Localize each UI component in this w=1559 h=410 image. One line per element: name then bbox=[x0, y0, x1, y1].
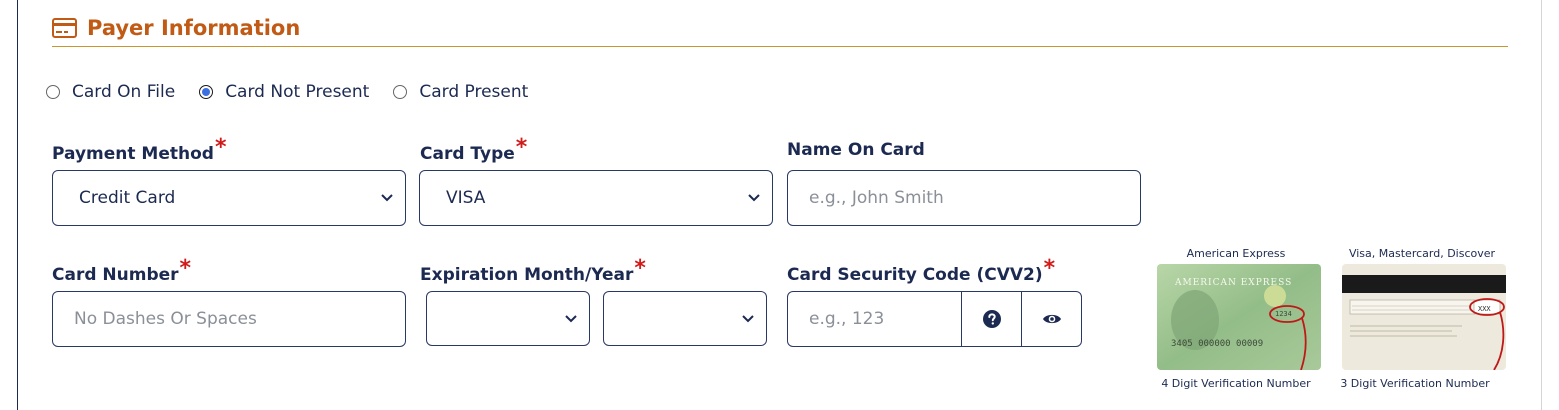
eye-icon bbox=[1042, 314, 1061, 324]
radio-button[interactable] bbox=[46, 85, 60, 99]
expiration-year-select[interactable] bbox=[603, 291, 767, 346]
amex-card-sample-image: AMERICAN EXPRESS 3405 000000 00009 1234 bbox=[1157, 264, 1321, 370]
cvv-reveal-button[interactable] bbox=[1021, 292, 1081, 346]
name-on-card-label: Name On Card bbox=[787, 140, 925, 160]
card-type-select[interactable]: VISA bbox=[419, 170, 773, 226]
radio-label: Card On File bbox=[72, 82, 176, 102]
payment-method-label-text: Payment Method bbox=[52, 144, 214, 164]
cvv-label-text: Card Security Code (CVV2) bbox=[787, 265, 1043, 285]
question-circle-icon bbox=[982, 310, 1001, 328]
visa-sample-code: XXX bbox=[1478, 305, 1491, 313]
card-number-label: Card Number* bbox=[52, 256, 191, 286]
name-on-card-input[interactable]: e.g., John Smith bbox=[787, 170, 1141, 226]
section-header: Payer Information bbox=[52, 14, 300, 42]
chevron-down-icon bbox=[565, 314, 577, 322]
required-asterisk: * bbox=[179, 256, 192, 281]
panel-left-border bbox=[17, 0, 18, 410]
header-divider bbox=[52, 46, 1508, 47]
chevron-down-icon bbox=[742, 314, 754, 322]
amex-sample-code: 1234 bbox=[1275, 310, 1292, 318]
radio-label: Card Not Present bbox=[225, 82, 370, 102]
required-asterisk: * bbox=[214, 135, 227, 160]
name-on-card-label-text: Name On Card bbox=[787, 140, 925, 160]
card-type-label-text: Card Type bbox=[420, 144, 515, 164]
chevron-down-icon bbox=[748, 194, 760, 202]
radio-button-selected[interactable] bbox=[199, 85, 214, 99]
card-number-input[interactable]: No Dashes Or Spaces bbox=[52, 291, 406, 347]
name-on-card-placeholder: e.g., John Smith bbox=[809, 188, 944, 208]
cvv-input-group: e.g., 123 bbox=[787, 291, 1082, 347]
amex-caption: American Express bbox=[1186, 247, 1286, 260]
required-asterisk: * bbox=[1043, 256, 1056, 281]
visa-mc-discover-caption: Visa, Mastercard, Discover bbox=[1348, 247, 1496, 260]
radio-card-not-present[interactable]: Card Not Present bbox=[199, 82, 369, 102]
expiration-label: Expiration Month/Year* bbox=[420, 256, 646, 286]
card-type-value: VISA bbox=[446, 188, 486, 208]
section-title: Payer Information bbox=[87, 16, 301, 40]
card-number-placeholder: No Dashes Or Spaces bbox=[74, 309, 257, 329]
expiration-month-select[interactable] bbox=[426, 291, 590, 346]
payment-method-value: Credit Card bbox=[79, 188, 176, 208]
radio-card-present[interactable]: Card Present bbox=[393, 82, 528, 102]
cvv-label: Card Security Code (CVV2)* bbox=[787, 256, 1055, 286]
payment-source-radio-group: Card On File Card Not Present Card Prese… bbox=[46, 80, 552, 104]
payment-method-select[interactable]: Credit Card bbox=[52, 170, 406, 226]
visa-verification-caption: 3 Digit Verification Number bbox=[1340, 377, 1490, 390]
required-asterisk: * bbox=[515, 135, 528, 160]
radio-label: Card Present bbox=[419, 82, 529, 102]
credit-card-icon bbox=[52, 18, 77, 38]
required-asterisk: * bbox=[634, 256, 646, 281]
chevron-down-icon bbox=[381, 194, 393, 202]
cvv-help-button[interactable] bbox=[961, 292, 1021, 346]
payment-method-label: Payment Method* bbox=[52, 135, 226, 165]
amex-sample-number: 3405 000000 00009 bbox=[1171, 339, 1263, 349]
card-number-label-text: Card Number bbox=[52, 265, 179, 285]
panel-right-border bbox=[1541, 0, 1542, 410]
cvv-input[interactable]: e.g., 123 bbox=[809, 309, 884, 329]
visa-card-back-sample-image: XXX bbox=[1342, 264, 1506, 370]
card-type-label: Card Type* bbox=[420, 135, 527, 165]
radio-button[interactable] bbox=[393, 85, 408, 99]
expiration-label-text: Expiration Month/Year bbox=[420, 265, 634, 285]
amex-verification-caption: 4 Digit Verification Number bbox=[1161, 377, 1311, 390]
radio-card-on-file[interactable]: Card On File bbox=[46, 82, 175, 102]
